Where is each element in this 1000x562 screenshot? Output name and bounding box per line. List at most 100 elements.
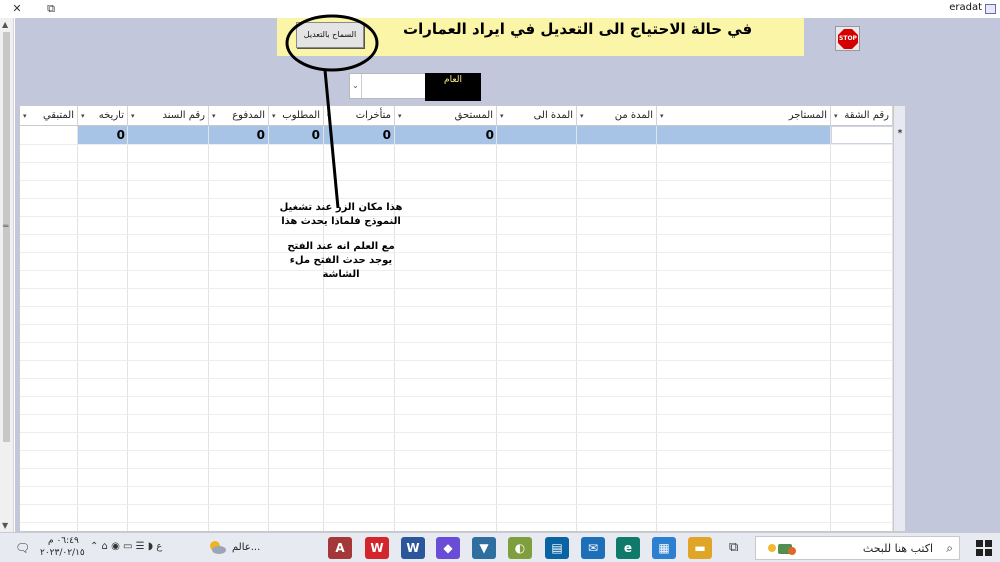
restore-icon[interactable]: ⧉ (36, 0, 66, 18)
start-button[interactable] (976, 540, 992, 556)
column-header-period-to[interactable]: المدة الى ▾ (497, 106, 577, 126)
grid-column-line (576, 126, 577, 531)
column-header-due[interactable]: المستحق ▾ (395, 106, 497, 126)
chevron-down-icon[interactable]: ▾ (23, 106, 27, 125)
clock-date[interactable]: ٢٠٢٣/٠٢/١٥ (40, 548, 85, 558)
app-icon (985, 4, 996, 14)
taskbar-app-edge-dev-icon[interactable]: ▼ (472, 537, 496, 559)
due-total-cell[interactable]: 0 (395, 126, 497, 144)
weather-icon[interactable] (207, 539, 227, 555)
grid-column-line (830, 126, 831, 531)
app-title: eradat (949, 2, 982, 13)
taskbar-app-word-icon[interactable]: W (401, 537, 425, 559)
grid-row-line (20, 450, 893, 451)
grid-row-line (20, 432, 893, 433)
grid-row-line (20, 486, 893, 487)
system-tray[interactable]: ⌃ ⌂ ◉ ▭ ☰ ◗ ع (90, 541, 162, 552)
taskbar-app-store-icon[interactable]: ▦ (652, 537, 676, 559)
annotation-text-line1: هذا مكان الزر عند تشغيل (279, 202, 403, 213)
column-header-remaining[interactable]: المتبقي ▾ (20, 106, 78, 126)
search-icon[interactable]: ⌕ (946, 541, 953, 556)
search-placeholder: اكتب هنا للبحث (862, 542, 933, 555)
grid-row-line (20, 162, 893, 163)
chevron-down-icon[interactable]: ▾ (272, 106, 276, 125)
record-selector-column[interactable] (893, 106, 905, 531)
scroll-thumb[interactable] (3, 32, 10, 442)
grid-row-line (20, 288, 893, 289)
form-body: في حالة الاحتياج الى التعديل في ايراد ال… (15, 18, 1000, 532)
column-header-label: المدفوع (232, 110, 265, 121)
column-header-period-from[interactable]: المدة من ▾ (577, 106, 657, 126)
grid-column-line (656, 126, 657, 531)
column-header-label: رقم الشقة (844, 110, 889, 121)
column-header-required[interactable]: المطلوب ▾ (269, 106, 324, 126)
chevron-down-icon[interactable]: ▾ (327, 106, 331, 125)
chevron-down-icon[interactable]: ▾ (834, 106, 838, 125)
taskbar-app-app6-icon[interactable]: ◐ (508, 537, 532, 559)
chevron-down-icon[interactable]: ▾ (500, 106, 504, 125)
grid-row-line (20, 234, 893, 235)
stop-button[interactable]: STOP (835, 26, 860, 51)
weather-text[interactable]: عالم... (232, 542, 260, 553)
grid-row-line (20, 216, 893, 217)
taskbar-app-mail-icon[interactable]: ✉ (581, 537, 605, 559)
taskbar-app-edge-icon[interactable]: e (616, 537, 640, 559)
arrears-total-cell[interactable]: 0 (324, 126, 394, 144)
grid-row-line (20, 342, 893, 343)
chevron-down-icon[interactable]: ▾ (660, 106, 664, 125)
paid-total-cell[interactable]: 0 (209, 126, 268, 144)
notification-icon[interactable]: 🗨 (15, 541, 30, 555)
stop-icon: STOP (838, 29, 858, 49)
taskbar-app-wps-icon[interactable]: W (365, 537, 389, 559)
column-header-label: المتبقي (42, 110, 74, 121)
grid-row-line (20, 396, 893, 397)
form-title: في حالة الاحتياج الى التعديل في ايراد ال… (403, 20, 753, 38)
taskbar-app-copilot-icon[interactable]: ◆ (436, 537, 460, 559)
grid-row-line (20, 252, 893, 253)
new-record-marker: * (897, 128, 903, 139)
taskbar-app-explorer-icon[interactable]: ▬ (688, 537, 712, 559)
clock-time[interactable]: ٠٦:٤٩ م (48, 536, 79, 546)
grid-row-line (20, 144, 893, 145)
taskbar-app-outlook-like-icon[interactable]: ▤ (545, 537, 569, 559)
column-header-arrears[interactable]: متأخرات ▾ (324, 106, 395, 126)
app-window: ✕ ⧉ eradat ▲ ═ ▼ في حالة الاحتياج الى ال… (0, 0, 1000, 562)
annotation-text-line4: يوجد حدث الفتح ملء (289, 255, 393, 266)
year-combo[interactable]: ⌄ (349, 73, 427, 99)
column-header-label: المدة الى (533, 110, 573, 121)
chevron-down-icon[interactable]: ▾ (131, 106, 135, 125)
vertical-scrollbar[interactable]: ▲ ═ ▼ (0, 18, 14, 532)
chevron-down-icon[interactable]: ▾ (212, 106, 216, 125)
unit-no-new-cell[interactable] (831, 126, 893, 144)
grid-row-line (20, 324, 893, 325)
scroll-up-icon[interactable]: ▲ (2, 20, 8, 29)
chevron-down-icon[interactable]: ▾ (81, 106, 85, 125)
chevron-down-icon[interactable]: ▾ (398, 106, 402, 125)
grid-column-line (323, 126, 324, 531)
column-header-label: المستحق (454, 110, 493, 121)
required-total-cell[interactable]: 0 (269, 126, 323, 144)
column-header-date[interactable]: تاريخه ▾ (78, 106, 128, 126)
allow-edit-button[interactable]: السماح بالتعديل (296, 22, 364, 48)
splitter-handle-icon[interactable]: ═ (3, 222, 8, 232)
grid-row-line (20, 360, 893, 361)
scroll-down-icon[interactable]: ▼ (2, 521, 8, 530)
taskbar-search[interactable]: ⌕ اكتب هنا للبحث (755, 536, 960, 560)
chevron-down-icon[interactable]: ⌄ (350, 74, 362, 98)
column-header-unit-no[interactable]: رقم الشقة ▾ (831, 106, 893, 126)
annotation-text-line3: مع العلم انه عند الفتح (287, 241, 395, 252)
grid-row-line (20, 198, 893, 199)
column-header-label: المستاجر (788, 110, 827, 121)
task-view-icon[interactable]: ⧉ (729, 540, 738, 555)
column-header-receipt-no[interactable]: رقم السند ▾ (128, 106, 209, 126)
annotation-text-line2: النموذج فلماذا يحدث هذا (281, 216, 401, 227)
remaining-total-cell[interactable]: 0 (78, 126, 128, 144)
year-label: العام (425, 73, 481, 101)
grid-row-line (20, 504, 893, 505)
close-icon[interactable]: ✕ (2, 0, 32, 18)
taskbar-app-access-icon[interactable]: A (328, 537, 352, 559)
datasheet-grid[interactable]: رقم الشقة ▾ المستاجر ▾ المدة من ▾ المدة الى ▾ ال… (19, 105, 906, 532)
chevron-down-icon[interactable]: ▾ (580, 106, 584, 125)
column-header-paid[interactable]: المدفوع ▾ (209, 106, 269, 126)
column-header-tenant[interactable]: المستاجر ▾ (657, 106, 831, 126)
